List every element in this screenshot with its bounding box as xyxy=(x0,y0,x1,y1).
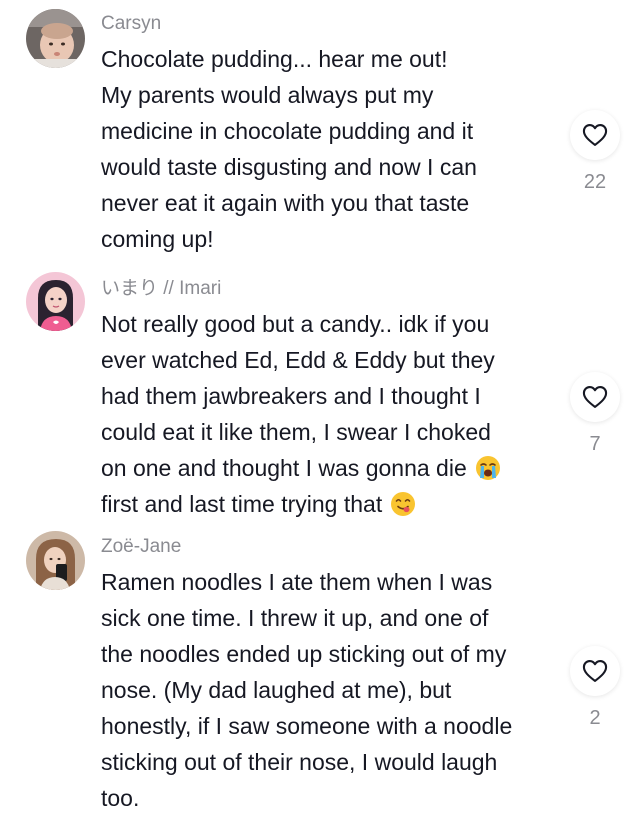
comment-text-segment: on one and thought I was gonna die xyxy=(101,455,467,481)
comment-text-line: My parents would always put my xyxy=(101,82,434,108)
like-button[interactable] xyxy=(570,646,620,696)
comment-text-line: too. xyxy=(101,785,140,811)
avatar-image-icon xyxy=(26,531,85,590)
comment-text-segment: first and last time trying that xyxy=(101,491,383,517)
comment-text-line: on one and thought I was gonna die xyxy=(101,450,561,486)
comment-text-line: ever watched Ed, Edd & Eddy but they xyxy=(101,347,495,373)
face-savoring-food-icon xyxy=(390,491,416,517)
comment-text-line: Chocolate pudding... hear me out! xyxy=(101,46,448,72)
like-control: 7 xyxy=(569,372,621,456)
comment-text-line: sticking out of their nose, I would laug… xyxy=(101,749,498,775)
comment-text-line: first and last time trying that xyxy=(101,486,561,522)
comment-text-line: could eat it like them, I swear I choked xyxy=(101,419,491,445)
comment-username[interactable]: Carsyn xyxy=(101,12,161,36)
like-button[interactable] xyxy=(570,372,620,422)
loudly-crying-face-icon xyxy=(475,455,501,481)
comment-text-line: had them jawbreakers and I thought I xyxy=(101,383,481,409)
comment-username[interactable]: いまり // Imari xyxy=(101,277,221,301)
comment-text: Chocolate pudding... hear me out! My par… xyxy=(101,41,561,257)
avatar-image-icon xyxy=(26,272,85,331)
like-count: 7 xyxy=(589,433,601,455)
comment-text: Not really good but a candy.. idk if you… xyxy=(101,306,561,522)
heart-outline-icon xyxy=(582,660,608,682)
comment-text: Ramen noodles I ate them when I was sick… xyxy=(101,564,561,816)
like-count: 2 xyxy=(589,707,601,729)
heart-outline-icon xyxy=(582,124,608,146)
like-count: 22 xyxy=(583,171,607,193)
comment-text-line: coming up! xyxy=(101,226,214,252)
comment-username[interactable]: Zoë-Jane xyxy=(101,535,181,559)
comment-text-line: never eat it again with you that taste xyxy=(101,190,470,216)
comment-text-line: medicine in chocolate pudding and it xyxy=(101,118,474,144)
avatar[interactable] xyxy=(26,272,85,331)
avatar[interactable] xyxy=(26,531,85,590)
like-control: 22 xyxy=(569,110,621,194)
heart-outline-icon xyxy=(582,386,608,408)
comment-text-line: honestly, if I saw someone with a noodle xyxy=(101,713,513,739)
like-button[interactable] xyxy=(570,110,620,160)
comment-text-line: nose. (My dad laughed at me), but xyxy=(101,677,452,703)
avatar-image-icon xyxy=(26,9,85,68)
like-control: 2 xyxy=(569,646,621,730)
comment-text-line: the noodles ended up sticking out of my xyxy=(101,641,507,667)
avatar[interactable] xyxy=(26,9,85,68)
comment-text-line: Not really good but a candy.. idk if you xyxy=(101,311,490,337)
comment-text-line: sick one time. I threw it up, and one of xyxy=(101,605,489,631)
comment-text-line: Ramen noodles I ate them when I was xyxy=(101,569,493,595)
comment-text-line: would taste disgusting and now I can xyxy=(101,154,477,180)
